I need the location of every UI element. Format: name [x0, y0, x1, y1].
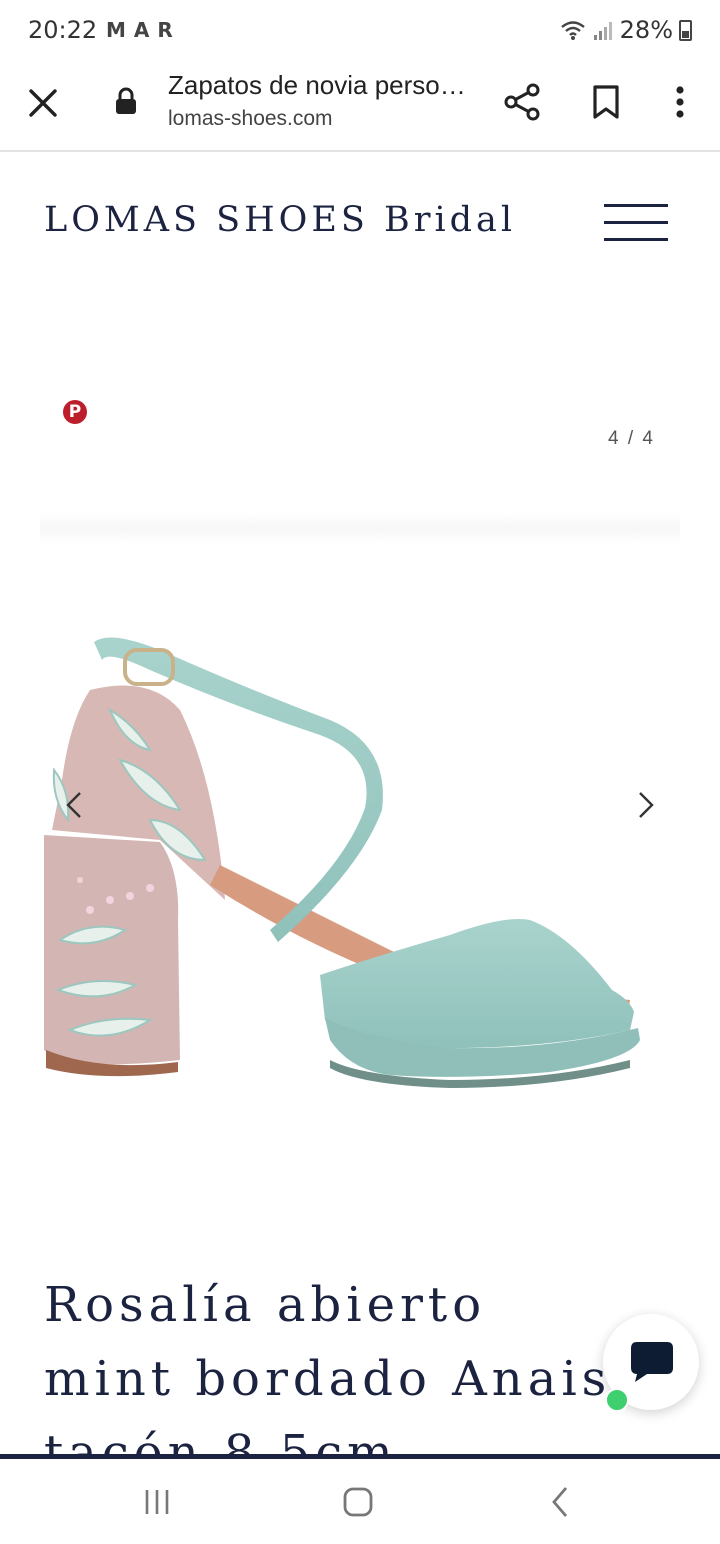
share-icon[interactable] — [500, 80, 544, 124]
site-logo[interactable]: LOMAS SHOES Bridal — [44, 200, 516, 240]
close-tab-icon[interactable] — [22, 82, 64, 124]
online-status-dot — [605, 1388, 629, 1412]
signal-icon — [593, 22, 612, 40]
product-title: Rosalía abierto mint bordado Anais tacón… — [44, 1277, 612, 1456]
pinterest-icon[interactable]: P — [63, 400, 87, 424]
url-domain[interactable]: lomas-shoes.com — [168, 107, 333, 131]
gallery-divider — [40, 512, 680, 544]
back-icon[interactable] — [548, 1485, 572, 1519]
gallery-counter: 4 / 4 — [608, 428, 655, 449]
battery-percent: 28% — [619, 16, 673, 44]
status-time: 20:22 — [28, 16, 98, 44]
gallery-prev-arrow-icon[interactable] — [62, 790, 86, 820]
status-right: 28% — [560, 16, 692, 44]
notification-icons: M A R — [106, 18, 173, 42]
menu-line — [604, 204, 668, 207]
gallery-next-arrow-icon[interactable] — [634, 790, 658, 820]
system-nav-bar — [0, 1459, 720, 1544]
battery-icon — [679, 19, 692, 41]
menu-line — [604, 221, 668, 224]
menu-icon[interactable] — [604, 204, 668, 244]
status-bar: 20:22 M A R 28% — [0, 0, 720, 62]
product-image — [44, 637, 640, 1088]
recent-apps-icon[interactable] — [140, 1487, 174, 1517]
gmail-notification-icon: M — [106, 18, 126, 42]
more-options-icon[interactable] — [660, 80, 700, 124]
page-title[interactable]: Zapatos de novia personalizados — [168, 70, 468, 101]
r-notification-icon: R — [157, 18, 173, 42]
wifi-icon — [560, 21, 585, 40]
home-icon[interactable] — [341, 1485, 375, 1519]
bookmark-icon[interactable] — [584, 80, 628, 124]
app-notification-icon: A — [133, 18, 150, 42]
browser-toolbar: Zapatos de novia personalizados lomas-sh… — [0, 62, 720, 152]
lock-icon — [116, 87, 136, 114]
menu-line — [604, 238, 668, 241]
